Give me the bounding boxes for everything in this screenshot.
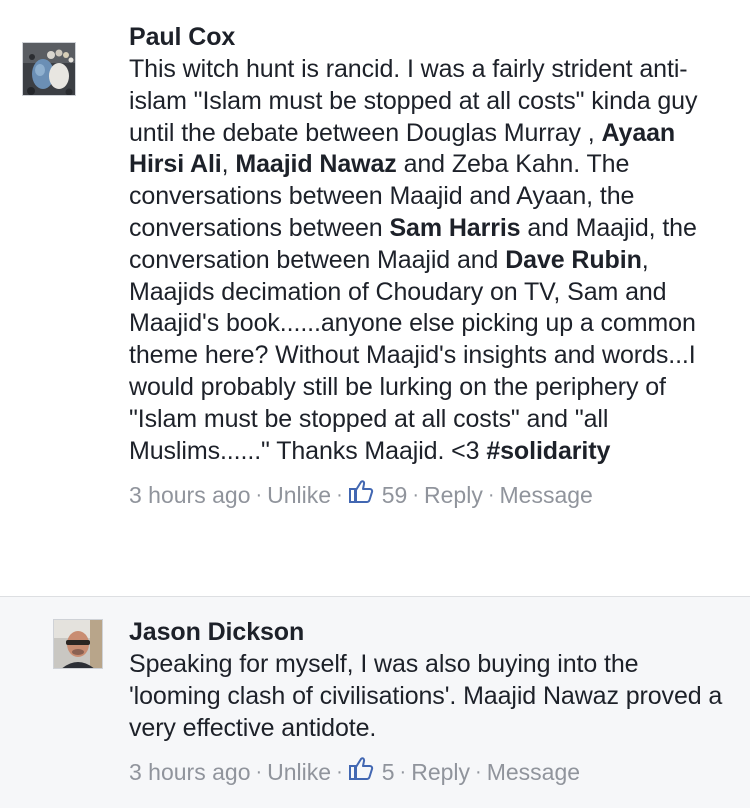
avatar[interactable] [22,42,76,96]
comment-thread: Paul Cox This witch hunt is rancid. I wa… [0,0,750,808]
mention-link[interactable]: Dave Rubin [505,246,642,274]
separator: · [487,484,495,507]
unlike-link[interactable]: Unlike [267,479,331,511]
comment-timestamp[interactable]: 3 hours ago [129,479,250,511]
comment-body: This witch hunt is rancid. I was a fairl… [129,54,729,467]
comment-author[interactable]: Paul Cox [129,20,729,54]
reply-link[interactable]: Reply [411,756,470,788]
like-count[interactable]: 5 [382,756,395,788]
comment-timestamp[interactable]: 3 hours ago [129,756,250,788]
comment-text: Speaking for myself, I was also buying i… [129,650,723,742]
separator: · [255,484,263,507]
mention-link[interactable]: Maajid Nawaz [235,150,396,178]
separator: · [255,761,263,784]
separator: · [475,761,482,784]
comment-body: Speaking for myself, I was also buying i… [129,649,729,744]
comment-2: Jason Dickson Speaking for myself, I was… [0,597,750,808]
separator: · [399,761,407,784]
thumbs-up-icon[interactable] [348,479,374,511]
message-link[interactable]: Message [487,756,580,788]
separator: · [336,761,343,784]
comment-text: , [221,150,236,179]
comment-actions: 3 hours ago · Unlike · 5 · Reply · Messa… [129,756,729,788]
message-link[interactable]: Message [500,479,593,511]
mention-link[interactable]: #solidarity [486,437,610,465]
separator: · [336,484,343,507]
comment-actions: 3 hours ago · Unlike · 59 · Reply · Mess… [129,479,729,511]
separator: · [412,484,420,507]
thumbs-up-icon[interactable] [348,756,374,788]
comment-content: Paul Cox This witch hunt is rancid. I wa… [129,20,729,511]
avatar[interactable] [53,619,103,669]
comment-1: Paul Cox This witch hunt is rancid. I wa… [0,0,750,597]
person-photo-avatar-icon [54,620,102,668]
comment-text: , Maajids decimation of Choudary on TV, … [129,245,696,465]
unlike-link[interactable]: Unlike [267,756,331,788]
comment-content: Jason Dickson Speaking for myself, I was… [129,615,729,788]
pebbles-footprint-avatar-icon [23,43,75,95]
mention-link[interactable]: Sam Harris [389,214,520,242]
comment-author[interactable]: Jason Dickson [129,615,729,649]
reply-link[interactable]: Reply [424,479,483,511]
like-count[interactable]: 59 [382,479,408,511]
